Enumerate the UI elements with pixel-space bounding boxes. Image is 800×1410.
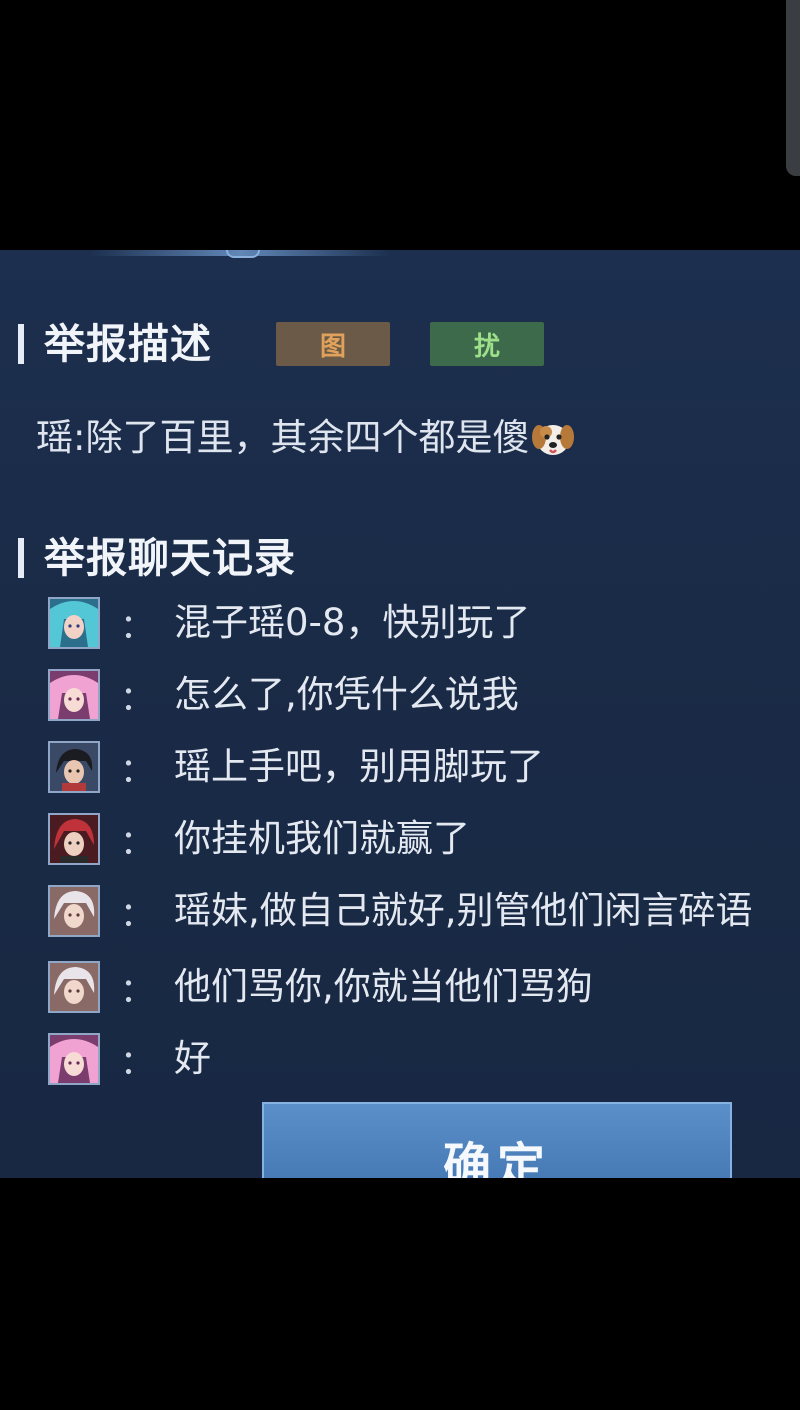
badge-image: 图	[276, 322, 390, 366]
chat-colon: ：	[120, 1042, 154, 1083]
section-marker	[18, 538, 24, 578]
report-description-text-row: 瑶:除了百里，其余四个都是傻	[36, 412, 575, 464]
chat-message-row: ： 他们骂你,你就当他们骂狗	[48, 958, 593, 1016]
report-description-title: 举报描述	[44, 320, 212, 368]
chat-colon: ：	[120, 894, 154, 935]
panel-top-ornament-icon	[226, 250, 260, 258]
hero-avatar-icon	[48, 597, 100, 649]
report-description-header: 举报描述	[18, 320, 212, 368]
chat-colon: ：	[120, 678, 154, 719]
chat-log-header: 举报聊天记录	[18, 534, 296, 582]
confirm-button[interactable]: 确定	[262, 1102, 732, 1178]
chat-message-text: 他们骂你,你就当他们骂狗	[174, 965, 593, 1008]
confirm-button-label: 确定	[442, 1138, 551, 1178]
dog-face-icon	[531, 417, 575, 459]
section-marker	[18, 324, 24, 364]
hero-avatar-icon	[48, 961, 100, 1013]
bottom-black-bar	[0, 1178, 800, 1410]
badge-harass: 扰	[430, 322, 544, 366]
chat-log-title: 举报聊天记录	[44, 534, 296, 582]
chat-message-text: 瑶上手吧，别用脚玩了	[174, 745, 544, 788]
report-description-text: 瑶:除了百里，其余四个都是傻	[36, 416, 530, 459]
report-panel: 举报描述 图 扰 瑶:除了百里，其余四个都是傻 举报聊天记录 ： 混子瑶0-8，…	[0, 250, 800, 1178]
hero-avatar-icon	[48, 669, 100, 721]
hero-avatar-icon	[48, 885, 100, 937]
chat-message-text: 怎么了,你凭什么说我	[174, 673, 519, 716]
chat-message-text: 瑶妹,做自己就好,别管他们闲言碎语	[174, 889, 753, 932]
chat-message-row: ： 好	[48, 1030, 211, 1088]
top-black-bar	[0, 0, 800, 250]
chat-colon: ：	[120, 606, 154, 647]
chat-colon: ：	[120, 970, 154, 1011]
chat-message-text: 你挂机我们就赢了	[174, 817, 470, 860]
hero-avatar-icon	[48, 741, 100, 793]
chat-colon: ：	[120, 822, 154, 863]
chat-message-row: ： 你挂机我们就赢了	[48, 810, 470, 868]
chat-message-text: 混子瑶0-8，快别玩了	[174, 601, 531, 644]
chat-message-row: ： 混子瑶0-8，快别玩了	[48, 594, 530, 652]
hero-avatar-icon	[48, 813, 100, 865]
chat-colon: ：	[120, 750, 154, 791]
chat-message-row: ： 怎么了,你凭什么说我	[48, 666, 519, 724]
scroll-handle[interactable]	[786, 0, 800, 176]
chat-message-row: ： 瑶上手吧，别用脚玩了	[48, 738, 544, 796]
chat-message-row: ： 瑶妹,做自己就好,别管他们闲言碎语	[48, 882, 753, 940]
chat-message-text: 好	[174, 1037, 211, 1080]
hero-avatar-icon	[48, 1033, 100, 1085]
